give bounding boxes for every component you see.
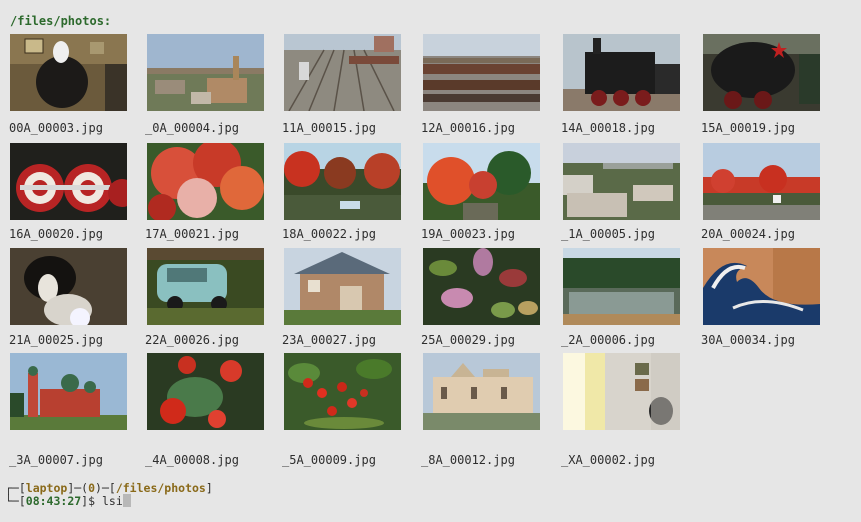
photo-thumbnail[interactable]: [10, 248, 127, 325]
photo-thumbnail[interactable]: [284, 248, 401, 325]
photo-thumbnail[interactable]: [10, 143, 127, 220]
photo-thumbnail[interactable]: [423, 353, 540, 430]
thumbnail-image: [284, 353, 401, 430]
photo-filename: 16A_00020.jpg: [9, 227, 103, 241]
thumbnail-image: [423, 248, 540, 325]
photo-filename: 17A_00021.jpg: [145, 227, 239, 241]
photo-thumbnail[interactable]: [563, 34, 680, 111]
photo-filename: _4A_00008.jpg: [145, 453, 239, 467]
photo-filename: 15A_00019.jpg: [701, 121, 795, 135]
photo-thumbnail[interactable]: [147, 248, 264, 325]
photo-thumbnail[interactable]: [147, 34, 264, 111]
thumbnail-image: [147, 143, 264, 220]
photo-filename: 21A_00025.jpg: [9, 333, 103, 347]
thumbnail-image: [147, 34, 264, 111]
photo-thumbnail[interactable]: [703, 248, 820, 325]
photo-filename: 23A_00027.jpg: [282, 333, 376, 347]
thumbnail-image: [423, 143, 540, 220]
photo-thumbnail[interactable]: [10, 34, 127, 111]
photo-filename: _XA_00002.jpg: [561, 453, 655, 467]
directory-header: /files/photos:: [10, 14, 112, 28]
prompt-symbol: $: [88, 494, 96, 508]
thumbnail-image: [703, 248, 820, 325]
photo-filename: 12A_00016.jpg: [421, 121, 515, 135]
photo-filename: 18A_00022.jpg: [282, 227, 376, 241]
prompt-host: laptop: [25, 481, 68, 495]
photo-thumbnail[interactable]: [703, 34, 820, 111]
thumbnail-image: [563, 353, 680, 430]
photo-filename: _1A_00005.jpg: [561, 227, 655, 241]
photo-thumbnail[interactable]: [423, 34, 540, 111]
photo-thumbnail[interactable]: [284, 34, 401, 111]
photo-filename: _3A_00007.jpg: [9, 453, 103, 467]
terminal-window[interactable]: /files/photos: 00A_00003.jpg _0A_00004.jp…: [0, 0, 861, 522]
thumbnail-image: [10, 353, 127, 430]
photo-thumbnail[interactable]: [563, 143, 680, 220]
thumbnail-image: [563, 143, 680, 220]
command-input[interactable]: lsi: [102, 494, 123, 508]
text-cursor: [122, 494, 131, 507]
photo-thumbnail[interactable]: [147, 143, 264, 220]
photo-filename: _2A_00006.jpg: [561, 333, 655, 347]
photo-thumbnail[interactable]: [423, 143, 540, 220]
photo-thumbnail[interactable]: [563, 353, 680, 430]
photo-filename: _8A_00012.jpg: [421, 453, 515, 467]
thumbnail-image: [10, 248, 127, 325]
thumbnail-image: [147, 353, 264, 430]
prompt-line-1: ┌─[laptop]─(0)─[/files/photos]: [5, 481, 213, 495]
thumbnail-image: [703, 143, 820, 220]
photo-filename: _5A_00009.jpg: [282, 453, 376, 467]
photo-thumbnail[interactable]: [703, 143, 820, 220]
photo-filename: 14A_00018.jpg: [561, 121, 655, 135]
prompt-cwd: /files/photos: [115, 481, 206, 495]
photo-thumbnail[interactable]: [10, 353, 127, 430]
thumbnail-image: [423, 353, 540, 430]
photo-filename: 20A_00024.jpg: [701, 227, 795, 241]
prompt-time: 08:43:27: [25, 494, 82, 508]
thumbnail-image: [284, 248, 401, 325]
photo-filename: 19A_00023.jpg: [421, 227, 515, 241]
thumbnail-image: [563, 34, 680, 111]
photo-thumbnail[interactable]: [423, 248, 540, 325]
photo-filename: 25A_00029.jpg: [421, 333, 515, 347]
photo-thumbnail[interactable]: [147, 353, 264, 430]
thumbnail-image: [284, 34, 401, 111]
photo-thumbnail[interactable]: [284, 353, 401, 430]
photo-thumbnail[interactable]: [563, 248, 680, 325]
thumbnail-image: [147, 248, 264, 325]
thumbnail-image: [284, 143, 401, 220]
photo-thumbnail[interactable]: [284, 143, 401, 220]
thumbnail-image: [423, 34, 540, 111]
thumbnail-image: [10, 34, 127, 111]
photo-filename: 30A_00034.jpg: [701, 333, 795, 347]
photo-filename: _0A_00004.jpg: [145, 121, 239, 135]
photo-filename: 22A_00026.jpg: [145, 333, 239, 347]
thumbnail-image: [703, 34, 820, 111]
prompt-line-2[interactable]: └─[08:43:27]$ lsi: [5, 494, 131, 508]
photo-filename: 00A_00003.jpg: [9, 121, 103, 135]
thumbnail-image: [10, 143, 127, 220]
thumbnail-image: [563, 248, 680, 325]
photo-filename: 11A_00015.jpg: [282, 121, 376, 135]
prompt-status: 0: [88, 481, 96, 495]
